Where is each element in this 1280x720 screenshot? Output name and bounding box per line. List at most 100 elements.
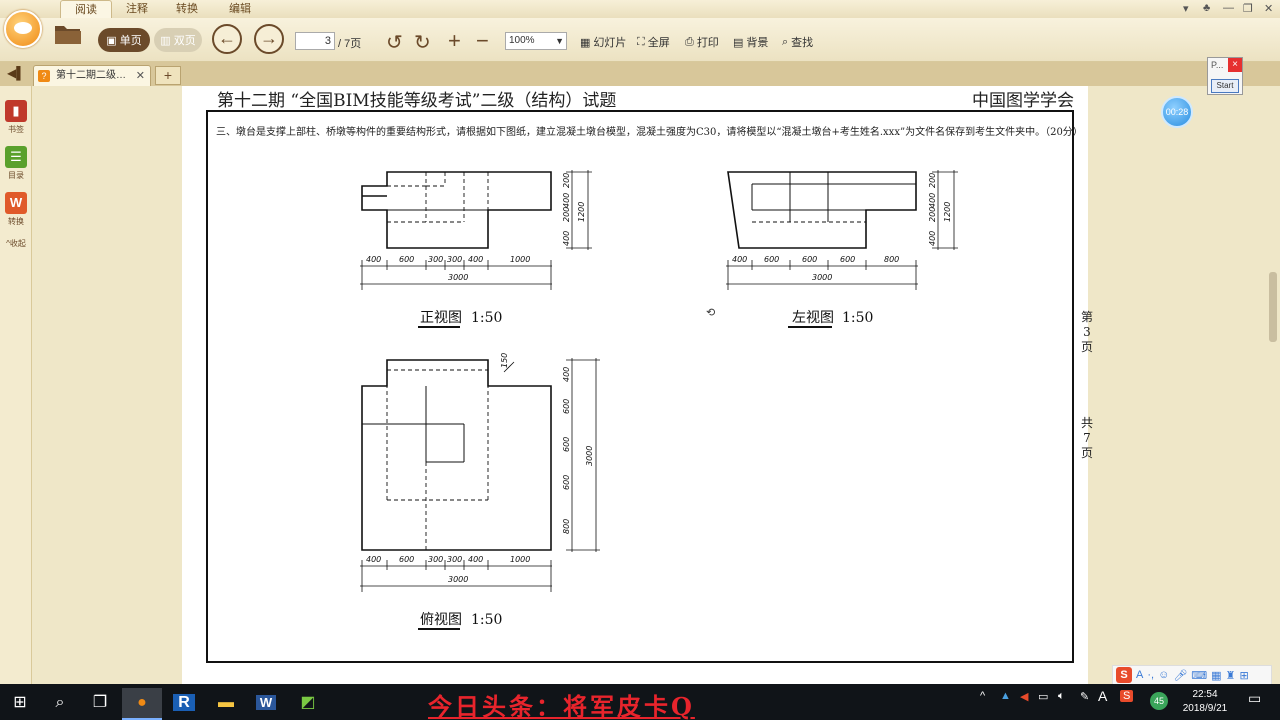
left-vdim-2: 400 <box>928 193 937 208</box>
skin-shirt-icon[interactable]: ♜ <box>1226 669 1236 682</box>
left-vdim-total: 1200 <box>943 202 952 222</box>
top-view-scale: 1:50 <box>471 612 502 628</box>
paint-task-icon[interactable]: ◩ <box>288 688 328 720</box>
menu-tab-annotate[interactable]: 注释 <box>112 0 162 18</box>
file-explorer-icon[interactable]: ▬ <box>206 688 246 720</box>
front-dim-4: 300 <box>447 255 462 264</box>
battery-badge[interactable]: 45 <box>1150 692 1168 710</box>
grid-menu-icon[interactable]: ⊞ <box>1239 669 1248 682</box>
minimize-icon[interactable]: — <box>1223 2 1234 14</box>
keyboard-icon[interactable]: ⌨ <box>1191 669 1207 682</box>
sogou-tray-icon[interactable]: S <box>1120 690 1134 702</box>
menu-bar: 阅读 注释 转换 编辑 ▾ ♣ — ❐ ✕ <box>0 0 1280 18</box>
zoom-select[interactable]: 100% ▼ <box>505 32 567 50</box>
word-task-icon[interactable]: W <box>246 688 286 720</box>
left-vdim-4: 400 <box>928 231 937 246</box>
voice-icon[interactable]: 🎤︎ <box>1173 669 1187 682</box>
sidebar-item-toc[interactable]: ☰ 目录 <box>3 146 29 181</box>
search-icon[interactable]: ⌕ <box>40 688 80 720</box>
ime-lang-icon[interactable]: A <box>1136 669 1143 681</box>
front-dim-3: 300 <box>428 255 443 264</box>
menu-tab-convert[interactable]: 转换 <box>162 0 212 18</box>
left-view-scale: 1:50 <box>842 310 873 326</box>
search-button[interactable]: ⌕ 查找 <box>782 34 813 50</box>
double-page-icon: ▥ <box>160 34 171 47</box>
front-vdim-3: 200 <box>562 207 571 222</box>
system-clock[interactable]: 22:54 2018/9/21 <box>1176 688 1234 716</box>
notification-icon[interactable]: ▭ <box>1248 690 1261 707</box>
sogou-ime-icon[interactable]: S <box>1116 667 1132 683</box>
volume-icon[interactable]: 🔈︎ <box>1058 690 1065 703</box>
watermark-text: 今日头条：将军皮卡Q <box>428 692 695 720</box>
collapse-sidebar-icon[interactable]: ◀▌ <box>7 66 25 80</box>
double-page-button[interactable]: ▥ 双页 <box>154 28 202 52</box>
windows-start-icon[interactable]: ⊞ <box>0 688 40 720</box>
sidebar-item-collapse[interactable]: ^收起 <box>3 238 29 249</box>
sidebar-item-convert[interactable]: W 转换 <box>3 192 29 227</box>
menu-tab-read[interactable]: 阅读 <box>60 0 112 18</box>
dropdown-icon[interactable]: ▾ <box>1183 2 1189 15</box>
total-pages-indicator: 共 7 页 <box>1080 416 1093 460</box>
tray-arrow-icon[interactable]: ◀ <box>1020 690 1028 703</box>
tray-expand-icon[interactable]: ^ <box>980 690 985 702</box>
task-view-icon[interactable]: ❐ <box>80 688 120 720</box>
background-icon: ▤ <box>733 36 744 49</box>
tab-document[interactable]: ? 第十二期二级… ✕ <box>33 65 151 86</box>
single-page-button[interactable]: ▣ 单页 <box>98 28 150 52</box>
zoom-in-icon[interactable]: + <box>448 28 461 54</box>
rotate-right-icon[interactable]: ↻ <box>414 30 431 55</box>
front-dim-6: 1000 <box>510 255 530 264</box>
next-page-button[interactable]: → <box>254 24 284 54</box>
pen-icon[interactable]: ✎ <box>1080 690 1089 703</box>
slideshow-button[interactable]: ▦ 幻灯片 <box>580 34 626 50</box>
tray-app-icon[interactable]: ▲ <box>1000 690 1011 702</box>
start-button[interactable]: Start <box>1211 79 1239 93</box>
top-dim-2: 600 <box>399 555 414 564</box>
toc-icon: ☰ <box>5 146 27 168</box>
fullscreen-button[interactable]: ⛶ 全屏 <box>637 34 670 50</box>
popup-close-button[interactable]: × <box>1228 58 1242 72</box>
rotate-left-icon[interactable]: ↺ <box>386 30 403 55</box>
menu-tab-edit[interactable]: 编辑 <box>215 0 265 18</box>
open-folder-icon[interactable] <box>54 22 82 46</box>
skin-icon[interactable]: ♣ <box>1203 2 1210 14</box>
restore-icon[interactable]: ❐ <box>1243 2 1253 15</box>
prev-page-button[interactable]: ← <box>212 24 242 54</box>
left-vdim-1: 200 <box>928 173 937 188</box>
close-icon[interactable]: ✕ <box>1264 2 1273 15</box>
pdf-file-icon: ? <box>38 70 50 82</box>
left-view-label: 左视图 <box>792 310 834 326</box>
front-dim-2: 600 <box>399 255 414 264</box>
punctuation-icon[interactable]: ·, <box>1147 669 1154 681</box>
cursor-icon: ⟲ <box>706 307 715 319</box>
sidebar: ▮ 书签 ☰ 目录 W 转换 ^收起 <box>0 86 32 684</box>
app-logo-icon[interactable] <box>4 10 42 48</box>
page-number-input[interactable]: 3 <box>295 32 335 50</box>
tab-close-icon[interactable]: ✕ <box>136 66 145 86</box>
zoom-out-icon[interactable]: − <box>476 28 489 54</box>
search-icon: ⌕ <box>782 35 789 48</box>
background-button[interactable]: ▤ 背景 <box>733 34 768 50</box>
vertical-scrollbar[interactable] <box>1266 86 1280 684</box>
ime-tools-icon[interactable]: ▦ <box>1211 669 1221 682</box>
top-vdim-2: 600 <box>562 399 571 414</box>
front-vdim-1: 200 <box>562 173 571 188</box>
scrollbar-thumb[interactable] <box>1269 272 1277 342</box>
network-icon[interactable]: ▭ <box>1038 690 1048 703</box>
top-vdim-4: 600 <box>562 475 571 490</box>
top-dim-total: 3000 <box>448 575 468 584</box>
pdf-reader-task-icon[interactable]: ● <box>122 688 162 720</box>
front-dim-5: 400 <box>468 255 483 264</box>
new-tab-button[interactable]: + <box>155 66 181 85</box>
input-lang-indicator[interactable]: A <box>1098 688 1107 704</box>
convert-icon: W <box>5 192 27 214</box>
top-view-outline <box>361 359 552 551</box>
sidebar-item-bookmark[interactable]: ▮ 书签 <box>3 100 29 135</box>
front-view-label: 正视图 <box>420 310 462 326</box>
print-button[interactable]: ⎙ 打印 <box>685 34 719 50</box>
recording-timer[interactable]: 00:28 <box>1161 96 1193 128</box>
top-view-label: 俯视图 <box>420 612 462 628</box>
top-vdim-3: 600 <box>562 437 571 452</box>
emoji-icon[interactable]: ☺ <box>1158 669 1169 681</box>
revit-task-icon[interactable]: R <box>164 688 204 720</box>
